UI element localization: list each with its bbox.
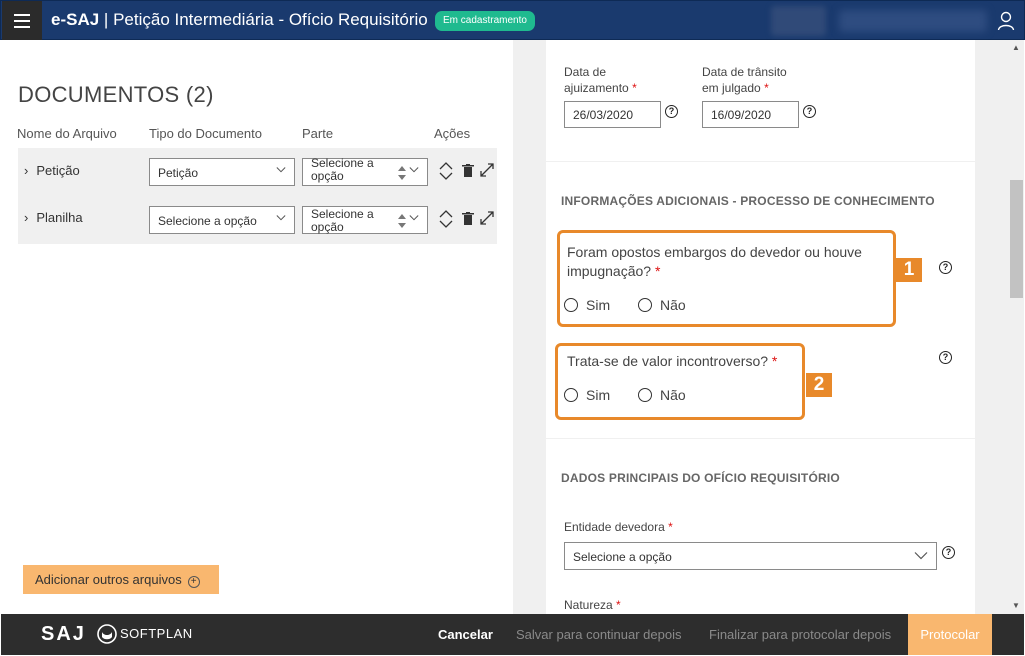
chevron-down-icon (914, 552, 928, 560)
document-type-select[interactable]: Selecione a opção (149, 206, 295, 234)
required-marker: * (764, 81, 769, 95)
party-value: Selecione a opção (311, 207, 374, 234)
scroll-up-icon[interactable]: ▲ (1012, 43, 1020, 52)
plus-circle-icon: + (187, 576, 200, 588)
help-icon[interactable]: ? (939, 351, 952, 364)
row-expand-toggle[interactable]: › Planilha (24, 210, 83, 225)
finish-later-button[interactable]: Finalizar para protocolar depois (709, 614, 891, 655)
scrollbar-thumb[interactable] (1010, 180, 1023, 298)
required-marker: * (668, 520, 673, 534)
column-header-actions: Ações (434, 126, 471, 141)
blurred-user-name (839, 10, 987, 32)
callout-badge-1: 1 (896, 258, 922, 282)
trash-icon[interactable] (462, 212, 474, 226)
final-judgment-date-label: Data de trânsito em julgado * (702, 65, 787, 95)
column-header-file-name: Nome do Arquivo (17, 126, 117, 141)
chevron-down-icon (409, 167, 419, 173)
chevron-down-icon (409, 215, 419, 221)
question-incontroverso: Trata-se de valor incontroverso? * (567, 353, 778, 369)
radio-label-sim: Sim (586, 387, 611, 403)
party-select[interactable]: Selecione a opção (302, 206, 428, 234)
entity-select[interactable]: Selecione a opção (564, 542, 937, 570)
scroll-down-icon[interactable]: ▼ (1012, 601, 1020, 610)
radio-label-sim: Sim (586, 297, 611, 313)
radio-label-nao: Não (660, 297, 686, 313)
softplan-logo-text: SOFTPLAN (120, 626, 193, 641)
vertical-scrollbar[interactable]: ▲ ▼ (1009, 40, 1024, 614)
spinner-arrows-icon (398, 166, 406, 180)
documents-title: DOCUMENTOS (2) (18, 82, 214, 107)
table-row: › Petição Petição Selecione a opção (18, 148, 497, 196)
filing-date-label: Data de ajuizamento * (564, 65, 637, 95)
filing-date-input[interactable]: 26/03/2020 (564, 101, 661, 128)
reorder-icon[interactable] (438, 210, 454, 228)
status-badge: Em cadastramento (435, 11, 535, 31)
row-file-name: Planilha (36, 210, 83, 225)
trash-icon[interactable] (462, 164, 474, 178)
blurred-user-org (771, 6, 826, 36)
final-judgment-date-input[interactable]: 16/09/2020 (702, 101, 799, 128)
save-later-button[interactable]: Salvar para continuar depois (516, 614, 682, 655)
chevron-right-icon: › (24, 210, 29, 225)
required-marker: * (632, 81, 637, 95)
chevron-down-icon (276, 167, 286, 173)
footer-bar: SAJ SOFTPLAN Cancelar Salvar para contin… (1, 614, 1024, 655)
party-value: Selecione a opção (311, 156, 374, 183)
section-title-main-data: DADOS PRINCIPAIS DO OFÍCIO REQUISITÓRIO (561, 471, 840, 485)
expand-icon[interactable] (480, 211, 494, 225)
app-header: e-SAJ | Petição Intermediária - Ofício R… (0, 0, 1025, 41)
row-file-name: Petição (36, 163, 80, 178)
protocol-button[interactable]: Protocolar (908, 614, 992, 655)
column-header-party: Parte (302, 126, 334, 141)
brand-name: e-SAJ (51, 10, 100, 29)
radio-q2-nao[interactable] (638, 388, 652, 402)
saj-logo: SAJ (41, 623, 86, 645)
table-row: › Planilha Selecione a opção Selecione a … (18, 196, 497, 244)
radio-q1-nao[interactable] (638, 298, 652, 312)
page-title: Petição Intermediária - Ofício Requisitó… (113, 10, 428, 29)
spinner-arrows-icon (398, 214, 406, 228)
add-files-button[interactable]: Adicionar outros arquivos + (23, 565, 219, 594)
document-type-value: Selecione a opção (158, 214, 257, 228)
chevron-down-icon (276, 215, 286, 221)
party-select[interactable]: Selecione a opção (302, 156, 428, 186)
question-embargos: Foram opostos embargos do devedor ou hou… (567, 244, 862, 279)
help-icon[interactable]: ? (803, 105, 816, 118)
help-icon[interactable]: ? (665, 105, 678, 118)
documents-panel: DOCUMENTOS (2) Nome do Arquivo Tipo do D… (1, 40, 513, 614)
column-header-document-type: Tipo do Documento (149, 126, 262, 141)
expand-icon[interactable] (480, 163, 494, 177)
add-files-label: Adicionar outros arquivos (35, 572, 182, 587)
section-title-additional-info: INFORMAÇÕES ADICIONAIS - PROCESSO DE CON… (561, 194, 935, 208)
radio-q1-sim[interactable] (564, 298, 578, 312)
help-icon[interactable]: ? (939, 261, 952, 274)
app-title: e-SAJ | Petição Intermediária - Ofício R… (51, 10, 428, 30)
title-separator: | (103, 10, 109, 29)
nature-label: Natureza * (564, 598, 621, 612)
row-expand-toggle[interactable]: › Petição (24, 163, 80, 178)
callout-badge-2: 2 (806, 373, 832, 397)
reorder-icon[interactable] (438, 162, 454, 180)
radio-q2-sim[interactable] (564, 388, 578, 402)
hamburger-menu-button[interactable] (2, 1, 42, 41)
radio-label-nao: Não (660, 387, 686, 403)
required-marker: * (654, 263, 661, 279)
document-type-value: Petição (158, 166, 199, 180)
entity-value: Selecione a opção (573, 550, 672, 564)
entity-label: Entidade devedora * (564, 520, 673, 534)
required-marker: * (616, 598, 621, 612)
softplan-logo-icon (97, 624, 117, 644)
document-type-select[interactable]: Petição (149, 158, 295, 186)
required-marker: * (771, 353, 778, 369)
cancel-button[interactable]: Cancelar (438, 614, 493, 655)
help-icon[interactable]: ? (942, 546, 955, 559)
menu-icon (14, 12, 30, 30)
user-icon[interactable] (997, 11, 1015, 31)
chevron-right-icon: › (24, 163, 29, 178)
